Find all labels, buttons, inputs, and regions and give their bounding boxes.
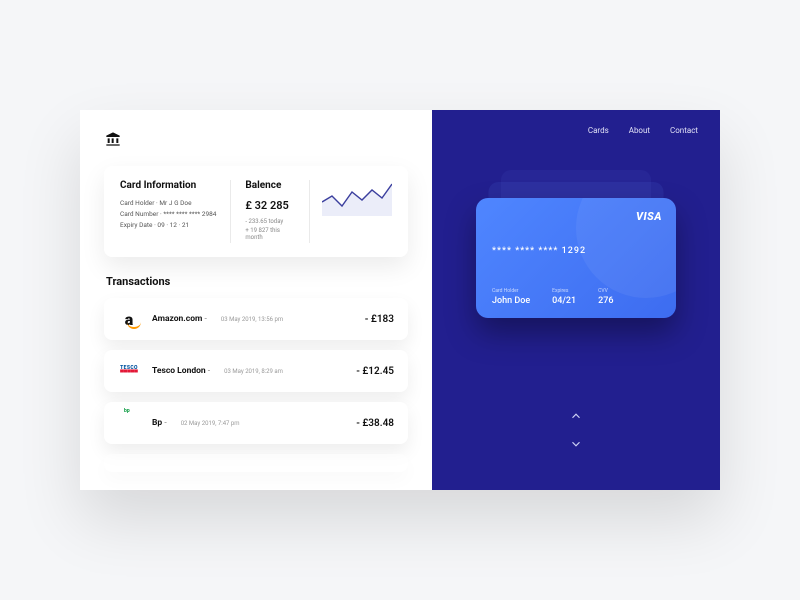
card-brand: VISA (636, 210, 662, 223)
merchant-logo-tesco-icon: TESCO▀▀▀▀▀ (118, 360, 140, 382)
transaction-amount: - £183 (365, 314, 394, 325)
card-number-line: Card Number · **** **** **** 2984 (120, 210, 216, 218)
card-expiry-line: Expiry Date · 09 · 12 · 21 (120, 221, 216, 229)
transaction-date: 03 May 2019, 8:29 am (224, 368, 283, 375)
merchant-logo-amazon-icon: a (118, 308, 140, 330)
transaction-row[interactable]: TESCO▀▀▀▀▀ Tesco London 03 May 2019, 8:2… (104, 350, 408, 392)
nav-contact[interactable]: Contact (670, 126, 698, 135)
transaction-row[interactable]: bp Bp 02 May 2019, 7:47 pm - £38.48 (104, 402, 408, 444)
balance-amount: £ 32 285 (245, 199, 295, 212)
card-holder-line: Card Holder · Mr J G Doe (120, 199, 216, 207)
left-panel: Card Information Card Holder · Mr J G Do… (80, 110, 432, 490)
merchant-name: Tesco London (152, 366, 210, 376)
card-expiry-field: Expires 04/21 (552, 288, 576, 306)
merchant-logo-bp-icon: bp (118, 412, 140, 434)
sparkline-chart-icon (322, 180, 392, 220)
merchant-name: Bp (152, 418, 167, 428)
app-window: Card Information Card Holder · Mr J G Do… (80, 110, 720, 490)
nav-about[interactable]: About (629, 126, 650, 135)
card-info-column: Card Information Card Holder · Mr J G Do… (120, 180, 216, 243)
balance-chart (309, 180, 392, 243)
bank-logo-icon (104, 130, 122, 148)
card-number: **** **** **** 1292 (492, 246, 660, 256)
card-nav-arrows (569, 408, 583, 450)
transaction-date: 02 May 2019, 7:47 pm (181, 420, 240, 427)
top-nav: Cards About Contact (588, 126, 698, 135)
merchant-name: Amazon.com (152, 314, 207, 324)
transaction-date: 03 May 2019, 13:56 pm (221, 316, 283, 323)
balance-today: - 233.65 today (245, 218, 295, 225)
balance-title: Balence (245, 180, 295, 191)
transaction-amount: - £12.45 (356, 366, 394, 377)
card-holder-field: Card Holder John Doe (492, 288, 530, 306)
chevron-down-icon[interactable] (569, 436, 583, 450)
transaction-row-faded (104, 454, 408, 472)
transactions-title: Transactions (106, 275, 408, 288)
transaction-amount: - £38.48 (356, 418, 394, 429)
transactions-list: a Amazon.com 03 May 2019, 13:56 pm - £18… (104, 298, 408, 472)
balance-month: + 19 827 this month (245, 227, 295, 241)
balance-column: Balence £ 32 285 - 233.65 today + 19 827… (230, 180, 295, 243)
card-info-panel: Card Information Card Holder · Mr J G Do… (104, 166, 408, 257)
chevron-up-icon[interactable] (569, 408, 583, 422)
nav-cards[interactable]: Cards (588, 126, 609, 135)
right-panel: Cards About Contact VISA **** **** **** … (432, 110, 720, 490)
card-cvv-field: CVV 276 (598, 288, 613, 306)
credit-card[interactable]: VISA **** **** **** 1292 Card Holder Joh… (476, 198, 676, 318)
card-info-title: Card Information (120, 180, 216, 191)
transaction-row[interactable]: a Amazon.com 03 May 2019, 13:56 pm - £18… (104, 298, 408, 340)
